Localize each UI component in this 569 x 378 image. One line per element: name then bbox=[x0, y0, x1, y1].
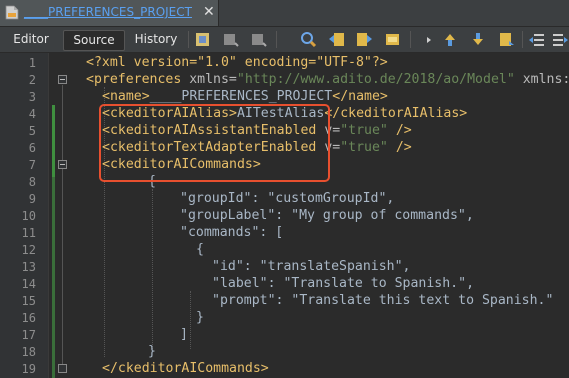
last-edit-icon[interactable] bbox=[194, 31, 211, 48]
indent-guide bbox=[190, 291, 191, 349]
line-number: 12 bbox=[21, 243, 36, 257]
previous-bookmark-icon[interactable] bbox=[442, 31, 459, 48]
code-line: <?xml version="1.0" encoding="UTF-8"?> bbox=[86, 55, 388, 70]
code-line: <preferences xmlns="http://www.adito.de/… bbox=[86, 72, 569, 87]
tab-source[interactable]: Source bbox=[63, 30, 125, 51]
xml-tag: </name> bbox=[332, 89, 388, 104]
close-tab-icon[interactable]: ✕ bbox=[203, 4, 215, 20]
fold-end-icon[interactable] bbox=[58, 364, 67, 373]
highlight-annotation-box bbox=[99, 104, 330, 182]
change-marker bbox=[52, 105, 55, 177]
xml-declaration: <?xml version="1.0" encoding="UTF-8"?> bbox=[86, 55, 388, 70]
code-line: ] bbox=[180, 327, 188, 342]
tab-title: ____PREFERENCES_PROJECT bbox=[24, 5, 192, 19]
xml-file-icon bbox=[5, 5, 19, 20]
code-line: } bbox=[148, 344, 156, 359]
line-number: 17 bbox=[21, 328, 36, 342]
xml-tag: <preferences bbox=[86, 72, 182, 87]
line-number: 2 bbox=[28, 73, 36, 87]
tab-history[interactable]: History bbox=[130, 30, 182, 49]
code-line: "prompt": "Translate this text to Spanis… bbox=[212, 293, 554, 308]
fold-toggle-icon[interactable] bbox=[58, 75, 67, 84]
xml-attribute: xmlns: bbox=[522, 72, 569, 87]
find-previous-icon[interactable] bbox=[328, 31, 345, 48]
code-line: </ckeditorAICommands> bbox=[102, 361, 269, 376]
line-number: 8 bbox=[28, 175, 36, 189]
code-line: "groupLabel": "My group of commands", bbox=[180, 208, 474, 223]
toggle-bookmark-icon[interactable] bbox=[498, 31, 515, 48]
line-number: 16 bbox=[21, 311, 36, 325]
toolbar-separator bbox=[522, 31, 523, 48]
next-bookmark-icon[interactable] bbox=[470, 31, 487, 48]
line-number: 3 bbox=[28, 90, 36, 104]
code-line: { bbox=[196, 242, 204, 257]
line-number: 15 bbox=[21, 294, 36, 308]
line-number: 13 bbox=[21, 260, 36, 274]
toolbar-arrow-icon[interactable] bbox=[420, 31, 437, 48]
code-line: "groupId": "customGroupId", bbox=[180, 191, 395, 206]
xml-tag: /> bbox=[395, 140, 412, 155]
forward-icon[interactable] bbox=[250, 31, 267, 48]
find-next-icon[interactable] bbox=[356, 31, 373, 48]
line-number: 14 bbox=[21, 277, 36, 291]
line-number: 18 bbox=[21, 345, 36, 359]
back-icon[interactable] bbox=[222, 31, 239, 48]
xml-attribute-value: "http://www.adito.de/2018/ao/Model" bbox=[236, 72, 515, 87]
line-number: 7 bbox=[28, 158, 36, 172]
change-marker bbox=[52, 177, 55, 378]
line-number: 10 bbox=[21, 209, 36, 223]
xml-attribute-value: "true" bbox=[340, 140, 388, 155]
shift-left-icon[interactable] bbox=[528, 31, 545, 48]
line-number: 4 bbox=[28, 107, 36, 121]
toolbar-separator bbox=[410, 31, 411, 48]
xml-tag: </ckeditorAIAlias> bbox=[324, 106, 468, 121]
xml-tag: </ckeditorAICommands> bbox=[102, 361, 269, 376]
xml-attribute: xmlns= bbox=[189, 72, 237, 87]
code-line: "id": "translateSpanish", bbox=[212, 259, 411, 274]
fold-toggle-icon[interactable] bbox=[58, 160, 67, 169]
line-number: 19 bbox=[21, 362, 36, 376]
editor-tab-bar: ____PREFERENCES_PROJECT ✕ bbox=[0, 0, 569, 27]
line-number: 11 bbox=[21, 226, 36, 240]
line-number: 1 bbox=[28, 56, 36, 70]
toolbar-separator bbox=[188, 31, 189, 48]
code-line: "commands": [ bbox=[180, 225, 284, 240]
shift-right-icon[interactable] bbox=[552, 31, 569, 48]
line-number: 9 bbox=[28, 192, 36, 206]
code-line: "label": "Translate to Spanish.", bbox=[212, 276, 475, 291]
fold-guide bbox=[62, 85, 63, 370]
toolbar-separator bbox=[276, 31, 277, 48]
code-line: } bbox=[196, 310, 204, 325]
tab-editor[interactable]: Editor bbox=[6, 30, 56, 49]
indent-guide bbox=[152, 189, 153, 349]
editor-toolbar: Editor Source History bbox=[0, 27, 569, 53]
toggle-highlight-icon[interactable] bbox=[384, 31, 401, 48]
line-number: 5 bbox=[28, 124, 36, 138]
xml-tag: /> bbox=[395, 123, 412, 138]
code-editor[interactable]: 1 2 3 4 5 6 7 8 9 10 11 12 13 14 15 16 1… bbox=[0, 53, 569, 378]
xml-text: ____PREFERENCES_PROJECT bbox=[149, 89, 333, 104]
code-line: <name>____PREFERENCES_PROJECT</name> bbox=[102, 89, 388, 104]
find-icon[interactable] bbox=[300, 31, 317, 48]
xml-tag: <name> bbox=[102, 89, 150, 104]
line-number: 6 bbox=[28, 141, 36, 155]
file-tab[interactable]: ____PREFERENCES_PROJECT ✕ bbox=[0, 0, 219, 26]
xml-attribute-value: "true" bbox=[340, 123, 388, 138]
